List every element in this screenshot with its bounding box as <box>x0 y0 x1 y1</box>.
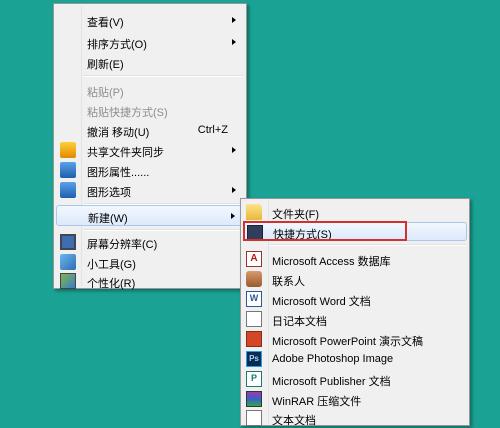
menu-item-label: Adobe Photoshop Image <box>272 353 394 365</box>
graphics-options-icon <box>60 182 76 198</box>
menu-item-label: 排序方式(O) <box>87 39 147 51</box>
text-document-icon <box>246 410 262 426</box>
gadget-icon <box>60 254 76 270</box>
menu-item-label: 联系人 <box>272 276 305 288</box>
menu-item-label: 日记本文档 <box>272 316 327 328</box>
menu-separator <box>269 244 466 246</box>
menu-item-label: 粘贴(P) <box>87 87 124 99</box>
photoshop-icon: Ps <box>246 351 262 367</box>
menu-item-label: 新建(W) <box>88 213 128 225</box>
menu-item-label: 共享文件夹同步 <box>87 147 164 159</box>
new-folder-item[interactable]: 文件夹(F) <box>243 202 467 222</box>
shortcut-text: Ctrl+Z <box>197 124 228 136</box>
menu-item-label: 刷新(E) <box>87 59 124 71</box>
desktop-context-menu: 查看(V) 排序方式(O) 刷新(E) 粘贴(P) 粘贴快捷方式(S) 撤消 移… <box>53 3 247 291</box>
journal-icon <box>246 311 262 327</box>
new-photoshop-image-item[interactable]: Ps Adobe Photoshop Image <box>243 349 467 369</box>
folder-icon <box>246 204 262 220</box>
menu-item-personalize[interactable]: 个性化(R) <box>56 271 244 291</box>
menu-item-label: 屏幕分辨率(C) <box>87 239 158 251</box>
menu-item-new[interactable]: 新建(W) <box>56 205 244 226</box>
new-publisher-document-item[interactable]: P Microsoft Publisher 文档 <box>243 369 467 389</box>
new-journal-document-item[interactable]: 日记本文档 <box>243 309 467 329</box>
menu-item-label: Microsoft PowerPoint 演示文稿 <box>272 336 423 348</box>
menu-item-label: 查看(V) <box>87 17 124 29</box>
menu-item-refresh[interactable]: 刷新(E) <box>56 52 244 72</box>
menu-item-paste-shortcut: 粘贴快捷方式(S) <box>56 100 244 120</box>
menu-item-view[interactable]: 查看(V) <box>56 10 244 30</box>
publisher-icon: P <box>246 371 262 387</box>
menu-item-graphics-properties[interactable]: 图形属性...... <box>56 160 244 180</box>
menu-separator <box>84 229 243 231</box>
menu-item-gadgets[interactable]: 小工具(G) <box>56 252 244 272</box>
menu-item-label: Microsoft Access 数据库 <box>272 256 391 268</box>
new-text-document-item[interactable]: 文本文档 <box>243 408 467 428</box>
new-winrar-archive-item[interactable]: WinRAR 压缩文件 <box>243 389 467 409</box>
menu-item-label: 小工具(G) <box>87 259 136 271</box>
menu-item-sort-by[interactable]: 排序方式(O) <box>56 32 244 52</box>
menu-item-sync-shared-folder[interactable]: 共享文件夹同步 <box>56 140 244 160</box>
graphics-properties-icon <box>60 162 76 178</box>
powerpoint-icon <box>246 331 262 347</box>
menu-item-label: 个性化(R) <box>87 278 136 290</box>
menu-separator <box>84 75 243 77</box>
submenu-arrow-icon <box>232 187 236 193</box>
winrar-icon <box>246 391 262 407</box>
menu-item-label: Microsoft Publisher 文档 <box>272 376 391 388</box>
new-powerpoint-item[interactable]: Microsoft PowerPoint 演示文稿 <box>243 329 467 349</box>
menu-item-label: 文件夹(F) <box>272 209 320 221</box>
menu-item-label: 图形选项 <box>87 187 131 199</box>
monitor-icon <box>60 234 76 250</box>
new-word-document-item[interactable]: W Microsoft Word 文档 <box>243 289 467 309</box>
menu-item-screen-resolution[interactable]: 屏幕分辨率(C) <box>56 232 244 252</box>
submenu-arrow-icon <box>232 17 236 23</box>
menu-item-label: 粘贴快捷方式(S) <box>87 107 168 119</box>
new-contact-item[interactable]: 联系人 <box>243 269 467 289</box>
access-icon: A <box>246 251 262 267</box>
submenu-arrow-icon <box>232 147 236 153</box>
annotation-highlight-box <box>243 221 407 241</box>
new-submenu: 文件夹(F) 快捷方式(S) A Microsoft Access 数据库 联系… <box>240 198 470 428</box>
menu-item-paste: 粘贴(P) <box>56 80 244 100</box>
new-access-database-item[interactable]: A Microsoft Access 数据库 <box>243 249 467 269</box>
personalize-icon <box>60 273 76 289</box>
menu-item-label: Microsoft Word 文档 <box>272 296 371 308</box>
menu-item-undo-move[interactable]: 撤消 移动(U) Ctrl+Z <box>56 120 244 140</box>
contact-icon <box>246 271 262 287</box>
menu-item-graphics-options[interactable]: 图形选项 <box>56 180 244 200</box>
menu-item-label: 图形属性...... <box>87 167 150 179</box>
word-icon: W <box>246 291 262 307</box>
submenu-arrow-icon <box>232 39 236 45</box>
sync-folder-icon <box>60 142 76 158</box>
menu-item-label: WinRAR 压缩文件 <box>272 396 362 408</box>
submenu-arrow-icon <box>231 213 235 219</box>
menu-item-label: 撤消 移动(U) <box>87 127 150 139</box>
